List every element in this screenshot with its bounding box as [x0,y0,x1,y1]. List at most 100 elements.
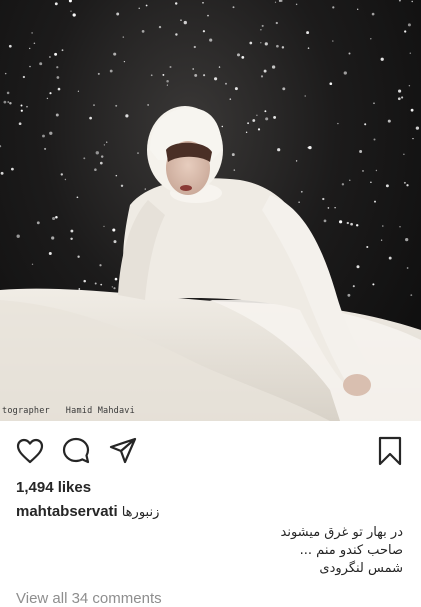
caption-username[interactable]: mahtabservati [16,503,118,520]
snow-particle [295,3,298,6]
snow-particle [398,0,401,2]
snow-particle [194,73,198,77]
snow-particle [397,97,401,101]
snow-particle [70,229,74,233]
snow-particle [322,197,325,201]
snow-particle [247,122,250,125]
snow-particle [48,56,51,58]
bookmark-icon[interactable] [375,436,405,466]
snow-particle [260,75,264,78]
snow-particle [100,283,103,286]
snow-particle [359,150,363,153]
snow-particle [112,228,116,232]
comment-icon[interactable] [61,436,91,466]
snow-particle [162,73,165,76]
snow-particle [83,279,86,283]
snow-particle [398,89,402,93]
snow-particle [281,46,285,49]
snow-particle [203,74,206,77]
snow-particle [77,90,80,92]
snow-particle [327,207,330,209]
snow-particle [387,119,391,123]
snow-particle [332,6,335,9]
snow-particle [54,52,58,56]
snow-particle [3,100,7,104]
paper-plane-icon[interactable] [108,436,138,466]
snow-particle [175,33,178,36]
view-comments-link[interactable]: View all 34 comments [16,590,162,607]
snow-particle [278,0,282,3]
snow-particle [271,65,276,69]
snow-particle [282,87,286,91]
snow-particle [51,236,55,240]
snow-particle [372,283,375,286]
snow-particle [49,131,53,135]
post-action-bar [0,428,421,472]
snow-particle [4,72,7,75]
snow-particle [56,66,59,69]
snow-particle [373,102,375,105]
snow-particle [241,56,245,59]
snow-particle [169,65,172,69]
snow-particle [256,114,258,117]
snow-particle [8,44,12,48]
snow-particle [232,6,235,9]
snow-particle [373,138,376,141]
snow-particle [103,144,106,146]
snow-particle [0,145,2,148]
snow-particle [334,206,336,209]
snow-particle [26,105,28,108]
snow-particle [221,125,224,128]
snow-particle [147,104,149,106]
snow-particle [332,40,334,42]
snow-particle [115,174,118,177]
snow-particle [375,169,378,172]
snow-particle [295,160,298,162]
snow-particle [261,24,264,27]
snow-particle [229,98,232,100]
snow-particle [20,109,23,112]
snow-particle [403,153,405,155]
snow-particle [166,80,169,83]
likes-count[interactable]: 1,494 likes [16,479,91,496]
snow-particle [349,179,351,181]
snow-particle [352,285,355,288]
snow-particle [52,216,56,221]
post-photo[interactable]: tographer Hamid Mahdavi [0,0,421,421]
snow-particle [93,104,95,106]
snow-particle [145,4,148,7]
snow-particle [245,131,248,133]
snow-particle [36,221,40,225]
snow-particle [356,265,360,269]
snow-particle [252,119,256,122]
snow-particle [106,141,108,143]
snow-particle [99,161,103,165]
snow-particle [57,87,61,91]
snow-particle [406,184,409,187]
snow-particle [233,169,236,171]
snow-particle [22,75,26,79]
heart-icon[interactable] [15,436,45,466]
snow-particle [380,57,384,61]
snow-particle [39,62,43,66]
snow-particle [122,36,125,38]
caption-line-3: شمس لنگرودی [319,561,403,576]
snow-particle [166,84,168,86]
snow-particle [55,113,59,117]
snow-particle [338,220,343,224]
snow-particle [109,69,113,73]
snow-particle [370,181,372,184]
snow-particle [298,201,300,203]
snow-particle [6,91,10,95]
snow-particle [407,23,411,27]
snow-particle [29,47,31,50]
snow-particle [308,145,312,150]
snow-particle [225,82,227,85]
snow-particle [29,65,31,68]
caption-first-line: mahtabservati زنبورها [16,503,159,520]
snow-particle [350,222,353,226]
snow-particle [46,97,49,100]
snow-particle [125,114,129,118]
snow-particle [158,25,162,29]
snow-particle [20,104,23,107]
